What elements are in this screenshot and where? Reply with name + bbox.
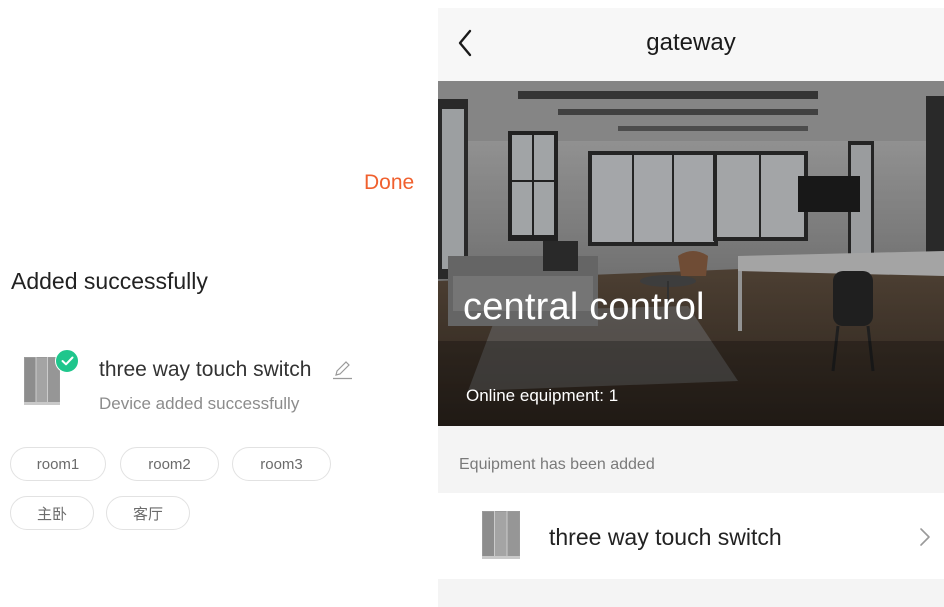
- nav-bar: gateway: [438, 8, 944, 81]
- device-name: three way touch switch: [99, 358, 312, 381]
- add-device-result-panel: Done Added successfully three way touch …: [0, 0, 436, 607]
- chevron-right-icon: [920, 528, 930, 546]
- equipment-name: three way touch switch: [549, 524, 782, 550]
- edit-pencil-icon[interactable]: [331, 358, 353, 380]
- device-status: Device added successfully: [99, 394, 300, 413]
- room-chip-room3[interactable]: room3: [232, 447, 331, 481]
- success-check-icon: [55, 349, 79, 373]
- room-chip-room1[interactable]: room1: [10, 447, 106, 481]
- hero-title: central control: [463, 286, 705, 328]
- done-button[interactable]: Done: [364, 171, 414, 195]
- result-title: Added successfully: [11, 268, 208, 294]
- room-chip-living-room[interactable]: 客厅: [106, 496, 190, 530]
- office-room-image: [438, 81, 944, 426]
- gateway-panel: gateway central control Online equipment…: [438, 8, 944, 607]
- section-label: Equipment has been added: [459, 456, 655, 473]
- online-equipment-count: Online equipment: 1: [466, 386, 619, 405]
- switch-panel-icon: [482, 511, 520, 559]
- room-chip-master-bedroom[interactable]: 主卧: [10, 496, 94, 530]
- page-title: gateway: [646, 29, 736, 56]
- hero-banner: central control Online equipment: 1: [438, 81, 944, 426]
- room-chip-room2[interactable]: room2: [120, 447, 219, 481]
- equipment-row[interactable]: three way touch switch: [438, 493, 944, 579]
